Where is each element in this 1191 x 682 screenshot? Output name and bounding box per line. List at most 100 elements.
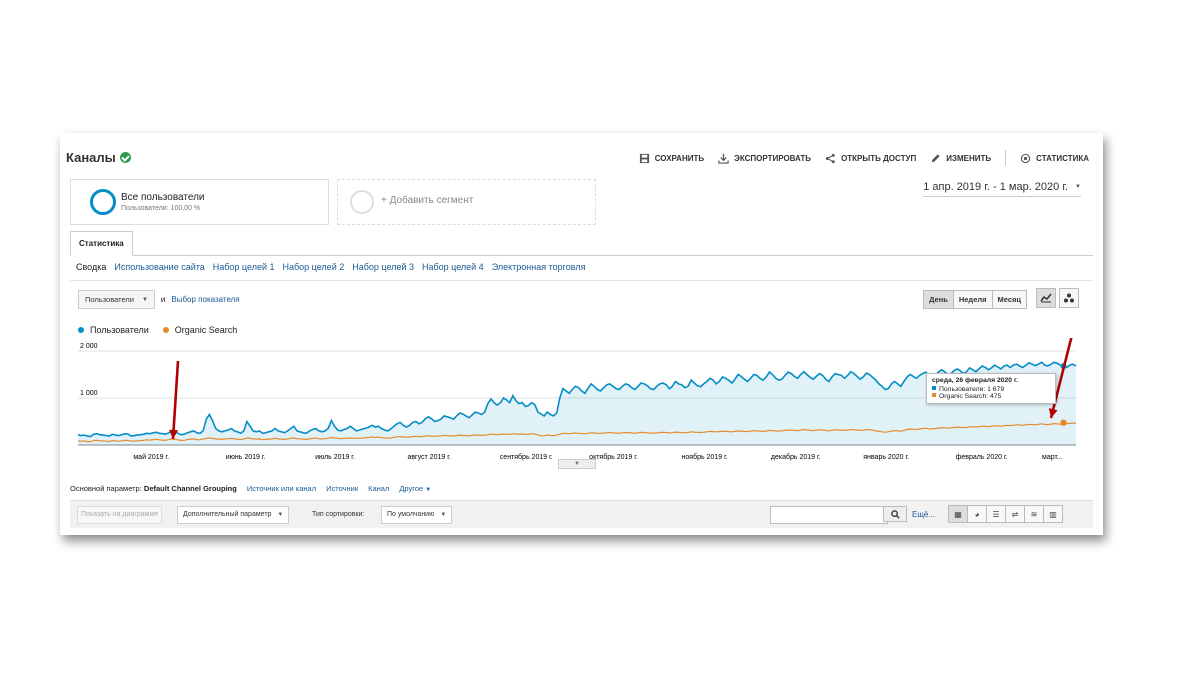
export-button[interactable]: ЭКСПОРТИРОВАТЬ <box>718 153 811 164</box>
subtab-goal-set-1[interactable]: Набор целей 1 <box>213 262 275 272</box>
bars-icon: ☰ <box>992 509 1000 519</box>
segment-title: Все пользователи <box>121 192 205 203</box>
segment-ring-icon <box>90 189 116 215</box>
search-icon <box>890 509 900 519</box>
pencil-icon <box>932 153 940 162</box>
share-icon <box>825 153 835 163</box>
insights-label: СТАТИСТИКА <box>1036 153 1089 163</box>
x-tick-label: январь 2020 г. <box>863 454 909 461</box>
metric-dropdown[interactable]: Пользователи ▼ <box>78 290 155 309</box>
report-panel: Каналы СОХРАНИТЬ ЭКСПОРТИРОВАТЬ ОТКРЫТЬ … <box>60 133 1103 535</box>
y-tick-label: 1 000 <box>80 390 98 397</box>
chevron-down-icon: ▼ <box>141 296 148 303</box>
y-tick-label: 2 000 <box>80 343 98 350</box>
legend-users-dot <box>78 327 84 333</box>
tooltip-organic-swatch <box>932 393 936 397</box>
period-month-button[interactable]: Месяц <box>991 291 1026 308</box>
view-term-cloud-button[interactable]: ≋ <box>1024 506 1043 522</box>
secondary-dimension-dropdown[interactable]: Дополнительный параметр ▼ <box>177 506 290 524</box>
x-tick-label: сентябрь 2019 г. <box>500 453 553 461</box>
save-label: СОХРАНИТЬ <box>654 153 705 163</box>
subtab-goal-set-3[interactable]: Набор целей 3 <box>352 262 414 272</box>
view-pivot-button[interactable]: ▥ <box>1043 506 1062 522</box>
insights-icon <box>1020 153 1031 163</box>
date-range-picker[interactable]: 1 апр. 2019 г. - 1 мар. 2020 г. ▼ <box>923 181 1081 197</box>
table-controls: Показать на диаграмме Дополнительный пар… <box>70 500 1093 528</box>
bubbles-icon <box>1064 293 1074 303</box>
chart-tooltip: среда, 26 февраля 2020 г. Пользователи: … <box>926 373 1056 404</box>
legend-users: Пользователи <box>78 325 149 335</box>
segment-all-users[interactable]: Все пользователи Пользователи: 100,00 % <box>70 179 329 225</box>
chart-type-toggle <box>1036 288 1079 308</box>
x-tick-label: ноябрь 2019 г. <box>682 453 728 461</box>
view-pie-button[interactable]: ◕ <box>967 506 986 522</box>
page-title: Каналы <box>66 150 131 165</box>
share-label: ОТКРЫТЬ ДОСТУП <box>841 153 917 163</box>
dimension-source[interactable]: Источник <box>326 484 358 493</box>
legend-organic-dot <box>162 327 169 333</box>
dimension-label-text: Основной параметр: <box>70 484 142 493</box>
metric-group-tabs: Сводка Использование сайта Набор целей 1… <box>76 262 585 272</box>
chart-expand-handle[interactable]: ▼ <box>558 459 596 469</box>
table-view-toggle: ▦ ◕ ☰ ⇌ ≋ ▥ <box>948 505 1063 523</box>
view-comparison-button[interactable]: ⇌ <box>1005 506 1024 522</box>
x-tick-label: февраль 2020 г. <box>956 454 1008 461</box>
metric-conjunction: и <box>160 295 166 304</box>
chevron-down-icon: ▼ <box>425 487 432 493</box>
period-day-button[interactable]: День <box>924 291 953 308</box>
motion-chart-button[interactable] <box>1059 288 1079 308</box>
subtab-goal-set-2[interactable]: Набор целей 2 <box>283 262 345 272</box>
x-tick-label: октябрь 2019 г. <box>589 453 638 461</box>
chevron-down-icon: ▼ <box>277 512 284 518</box>
metric-selector-row: Пользователи ▼ и Выбор показателя <box>78 290 240 309</box>
tooltip-date: среда, 26 февраля 2020 г. <box>932 377 1018 384</box>
date-range-label: 1 апр. 2019 г. - 1 мар. 2020 г. <box>923 181 1069 193</box>
x-tick-label: июнь 2019 г. <box>226 454 266 461</box>
share-button[interactable]: ОТКРЫТЬ ДОСТУП <box>825 153 916 164</box>
subtab-ecommerce[interactable]: Электронная торговля <box>492 262 586 272</box>
table-search-input[interactable] <box>770 506 888 524</box>
table-icon: ▦ <box>954 509 962 519</box>
insights-button[interactable]: СТАТИСТИКА <box>1020 153 1089 164</box>
chevron-down-icon: ▼ <box>1075 184 1081 190</box>
tooltip-organic: Organic Search: 475 <box>939 393 1002 400</box>
pie-icon: ◕ <box>974 509 980 519</box>
report-tabs: Статистика <box>70 231 1093 256</box>
dimension-source-medium[interactable]: Источник или канал <box>247 484 316 493</box>
advanced-filter-link[interactable]: Ещё... <box>912 510 935 519</box>
x-tick-label: май 2019 г. <box>133 453 169 461</box>
period-week-button[interactable]: Неделя <box>952 291 992 308</box>
export-icon <box>718 153 729 164</box>
add-segment-button[interactable]: + Добавить сегмент <box>337 179 596 225</box>
tooltip-users-swatch <box>932 386 936 390</box>
x-tick-label: июль 2019 г. <box>315 454 355 461</box>
secondary-dimension-label: Дополнительный параметр <box>183 511 272 518</box>
dimension-other-dropdown[interactable]: Другое ▼ <box>399 484 431 493</box>
subtab-site-usage[interactable]: Использование сайта <box>114 262 204 272</box>
line-chart-button[interactable] <box>1036 288 1056 308</box>
primary-dimension-row: Основной параметр: Default Channel Group… <box>70 484 431 493</box>
sort-type-dropdown[interactable]: По умолчанию ▼ <box>381 506 453 524</box>
divider <box>70 280 1093 281</box>
x-tick-label: март... <box>1042 454 1063 461</box>
x-tick-label: декабрь 2019 г. <box>771 453 821 461</box>
select-metric-link[interactable]: Выбор показателя <box>171 295 239 304</box>
sort-type-value: По умолчанию <box>387 511 435 518</box>
view-performance-button[interactable]: ☰ <box>986 506 1005 522</box>
save-button[interactable]: СОХРАНИТЬ <box>639 153 704 164</box>
save-icon <box>639 153 649 163</box>
plot-rows-button[interactable]: Показать на диаграмме <box>77 506 163 524</box>
search-button[interactable] <box>883 506 907 522</box>
legend-organic: Organic Search <box>162 325 237 335</box>
subtab-summary[interactable]: Сводка <box>76 262 106 272</box>
empty-segment-icon <box>350 190 374 214</box>
edit-button[interactable]: ИЗМЕНИТЬ <box>930 153 991 164</box>
annotation-arrow-left-shaft <box>171 360 180 440</box>
tab-statistics[interactable]: Статистика <box>70 231 133 256</box>
subtab-goal-set-4[interactable]: Набор целей 4 <box>422 262 484 272</box>
view-data-table-button[interactable]: ▦ <box>949 506 967 522</box>
tooltip-users-row: Пользователи: 1 679 <box>932 386 1050 393</box>
dimension-primary[interactable]: Default Channel Grouping <box>144 484 237 493</box>
dimension-medium[interactable]: Канал <box>368 484 389 493</box>
tooltip-users: Пользователи: 1 679 <box>939 386 1005 393</box>
